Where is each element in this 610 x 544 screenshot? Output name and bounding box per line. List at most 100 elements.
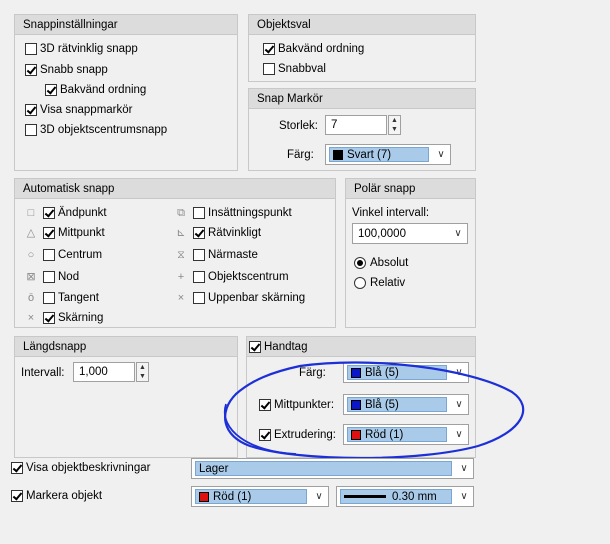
checkbox[interactable] [263, 43, 275, 55]
checkbox[interactable] [25, 64, 37, 76]
checkbox[interactable] [259, 429, 271, 441]
auto-snap-midpoint[interactable]: △ Mittpunkt [25, 225, 105, 241]
chevron-down-icon: ∨ [455, 429, 463, 440]
checkbox[interactable] [193, 227, 205, 239]
length-snap-group: Längdsnapp Intervall: 1,000 ▲ ▼ [14, 336, 238, 458]
grips-color-select[interactable]: Blå (5) ∨ [343, 362, 469, 383]
color-swatch [351, 429, 361, 440]
marker-size-spinner[interactable]: ▲ ▼ [388, 115, 401, 135]
apparent-intersection-icon: × [177, 292, 185, 304]
snap-marker-group: Snap Markör Storlek: 7 ▲ ▼ Färg: Svart (7… [248, 88, 476, 171]
snap-marker-header: Snap Markör [249, 89, 475, 109]
snap-show-marker[interactable]: Visa snappmarkör [25, 102, 132, 118]
checkbox[interactable] [43, 271, 55, 283]
checkbox[interactable] [25, 43, 37, 55]
checkbox[interactable] [249, 341, 261, 353]
midpoint-icon: △ [26, 227, 36, 239]
auto-snap-nearest[interactable]: ⧖ Närmaste [175, 247, 258, 263]
checkbox[interactable] [25, 124, 37, 136]
endpoint-icon: □ [27, 207, 35, 219]
auto-snap-header: Automatisk snapp [15, 179, 335, 199]
grips-extrusion-select[interactable]: Röd (1) ∨ [343, 424, 469, 445]
snap-reverse-order[interactable]: Bakvänd ordning [45, 82, 146, 98]
polar-snap-header: Polär snapp [346, 179, 475, 199]
intersection-icon: × [27, 312, 35, 324]
checkbox[interactable] [43, 292, 55, 304]
checkbox[interactable] [25, 104, 37, 116]
show-object-description[interactable]: Visa objektbeskrivningar [11, 460, 150, 476]
checkbox[interactable] [263, 63, 275, 75]
auto-snap-center[interactable]: ○ Centrum [25, 247, 102, 263]
color-swatch [351, 399, 361, 410]
checkbox[interactable] [43, 227, 55, 239]
polar-absolute-radio[interactable]: Absolut [354, 255, 408, 271]
snap-3d-orthogonal[interactable]: 3D rätvinklig snapp [25, 41, 138, 57]
auto-snap-perpendicular[interactable]: ⊾ Rätvinkligt [175, 225, 261, 241]
length-interval-input[interactable]: 1,000 [73, 362, 135, 382]
chevron-down-icon: ∨ [460, 491, 468, 502]
checkbox[interactable] [193, 207, 205, 219]
tangent-icon: ō [27, 292, 35, 304]
auto-snap-object-center[interactable]: + Objektscentrum [175, 269, 289, 285]
grips-color-label: Färg: [299, 367, 326, 379]
object-center-icon: + [177, 271, 185, 283]
length-interval-label: Intervall: [21, 367, 65, 379]
auto-snap-node[interactable]: ⊠ Nod [25, 269, 79, 285]
lineweight-sample [344, 495, 386, 498]
checkbox[interactable] [43, 249, 55, 261]
show-object-description-select[interactable]: Lager ∨ [191, 458, 474, 479]
highlight-color-select[interactable]: Röd (1) ∨ [191, 486, 329, 507]
object-select-header: Objektsval [249, 15, 475, 35]
node-icon: ⊠ [26, 271, 36, 283]
chevron-down-icon: ∨ [460, 463, 468, 474]
highlight-object[interactable]: Markera objekt [11, 488, 102, 504]
checkbox[interactable] [193, 249, 205, 261]
center-icon: ○ [27, 249, 35, 261]
snap-settings-header: Snappinställningar [15, 15, 237, 35]
checkbox[interactable] [11, 490, 23, 502]
checkbox[interactable] [43, 312, 55, 324]
auto-snap-group: Automatisk snapp □ Ändpunkt △ Mittpunkt ○ C… [14, 178, 336, 328]
radio-button[interactable] [354, 257, 366, 269]
polar-snap-group: Polär snapp Vinkel intervall: 100,0000 ∨… [345, 178, 476, 328]
marker-size-label: Storlek: [279, 120, 318, 132]
snap-quick[interactable]: Snabb snapp [25, 62, 108, 78]
length-interval-spinner[interactable]: ▲ ▼ [136, 362, 149, 382]
insertion-icon: ⧉ [177, 207, 185, 219]
grips-midpoints-select[interactable]: Blå (5) ∨ [343, 394, 469, 415]
length-snap-header: Längdsnapp [15, 337, 237, 357]
grips-group: Handtag Färg: Blå (5) ∨ Mittpunkter: Blå… [246, 336, 476, 458]
highlight-lineweight-select[interactable]: 0.30 mm ∨ [336, 486, 474, 507]
polar-interval-select[interactable]: 100,0000 ∨ [352, 223, 468, 244]
marker-size-input[interactable]: 7 [325, 115, 387, 135]
auto-snap-insertion[interactable]: ⧉ Insättningspunkt [175, 205, 292, 221]
checkbox[interactable] [11, 462, 23, 474]
checkbox[interactable] [259, 399, 271, 411]
checkbox[interactable] [43, 207, 55, 219]
grips-extrusion[interactable]: Extrudering: [259, 427, 336, 443]
color-swatch [199, 491, 209, 502]
auto-snap-intersection[interactable]: × Skärning [25, 310, 103, 326]
checkbox[interactable] [193, 271, 205, 283]
perpendicular-icon: ⊾ [176, 227, 186, 239]
object-reverse-order[interactable]: Bakvänd ordning [263, 41, 364, 57]
color-swatch [333, 149, 343, 160]
nearest-icon: ⧖ [177, 249, 185, 261]
radio-button[interactable] [354, 277, 366, 289]
snap-3d-object-center[interactable]: 3D objektscentrumsnapp [25, 122, 167, 138]
checkbox[interactable] [45, 84, 57, 96]
auto-snap-endpoint[interactable]: □ Ändpunkt [25, 205, 107, 221]
chevron-down-icon: ∨ [455, 399, 463, 410]
auto-snap-tangent[interactable]: ō Tangent [25, 290, 99, 306]
grips-midpoints[interactable]: Mittpunkter: [259, 397, 334, 413]
grips-enable[interactable]: Handtag [249, 339, 475, 355]
object-select-group: Objektsval Bakvänd ordning Snabbval [248, 14, 476, 82]
chevron-down-icon: ∨ [315, 491, 323, 502]
object-quick-select[interactable]: Snabbval [263, 61, 326, 77]
checkbox[interactable] [193, 292, 205, 304]
auto-snap-apparent-intersection[interactable]: × Uppenbar skärning [175, 290, 305, 306]
grips-header: Handtag [247, 337, 475, 357]
color-swatch [351, 367, 361, 378]
marker-color-select[interactable]: Svart (7) ∨ [325, 144, 451, 165]
polar-relative-radio[interactable]: Relativ [354, 275, 405, 291]
